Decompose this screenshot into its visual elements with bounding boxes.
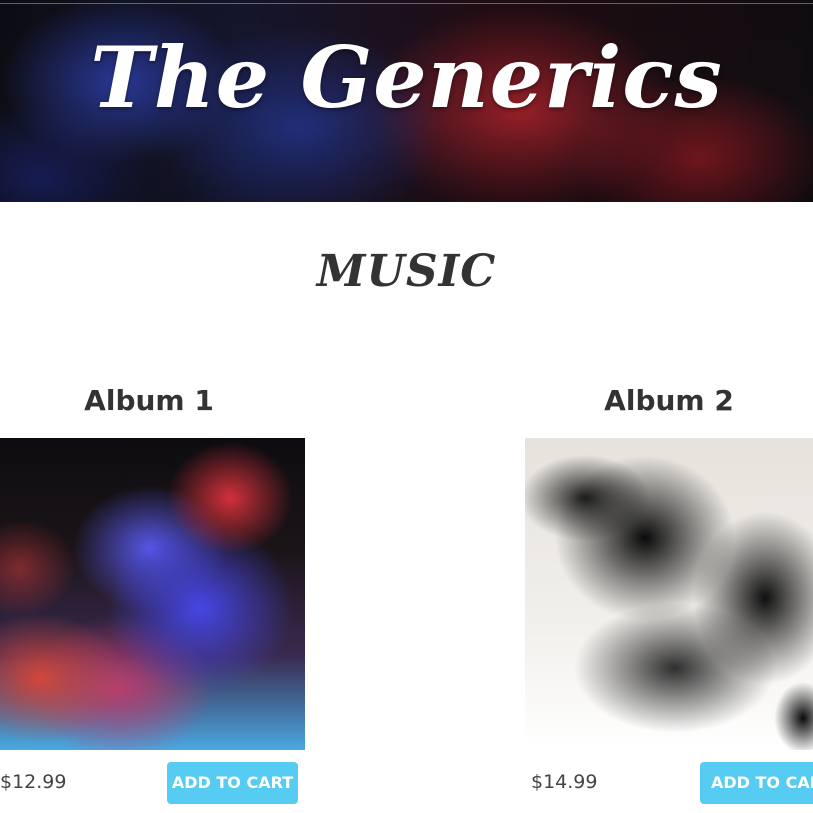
album-title: Album 2 [604,384,734,417]
add-to-cart-button[interactable]: ADD TO CART [167,762,298,804]
album-cover-image[interactable] [0,438,305,750]
album-price: $12.99 [0,771,67,793]
band-name-title: The Generics [90,28,723,127]
header-top-rule [0,3,813,4]
add-to-cart-button[interactable]: ADD TO CART [700,762,813,804]
album-title: Album 1 [84,384,214,417]
page: The Generics MUSIC Album 1 $12.99 ADD TO… [0,0,813,813]
section-title-music: MUSIC [316,246,497,297]
album-price: $14.99 [531,771,598,793]
album-cover-image[interactable] [525,438,813,750]
hero-header: The Generics [0,0,813,202]
